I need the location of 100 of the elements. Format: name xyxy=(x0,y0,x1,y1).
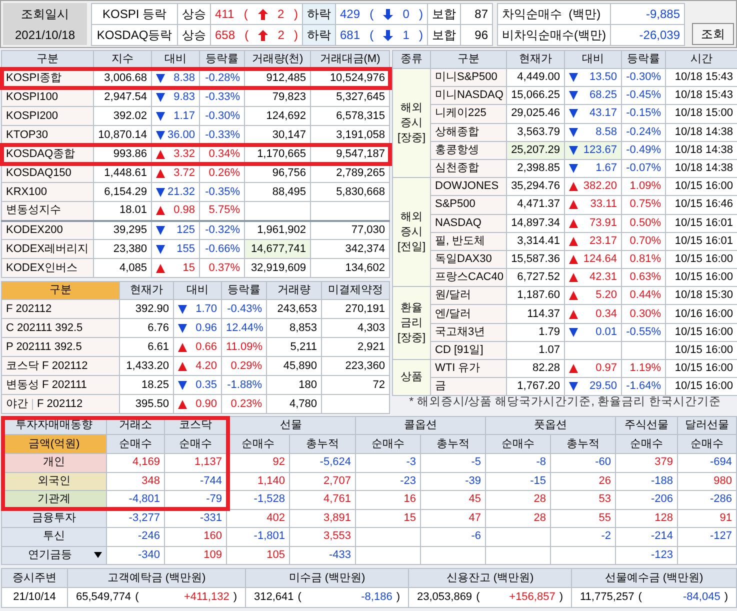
paren: ( xyxy=(244,8,248,20)
table-cell: KOSDAQ종합 xyxy=(2,144,94,164)
paren: ( xyxy=(638,592,642,603)
amount-value: 11,775,257 xyxy=(580,592,634,603)
table-cell: KOSPI200 xyxy=(2,106,94,126)
table-cell: 4,761 xyxy=(290,490,356,509)
contract-name: F 202112 xyxy=(36,398,84,410)
column-header: 등락률 xyxy=(222,282,266,300)
column-header: 구분 xyxy=(2,50,94,68)
change-value: 15 xyxy=(182,262,195,274)
table-cell: F 202112 xyxy=(2,300,120,318)
up-triangle-icon xyxy=(156,206,165,216)
lower-limit-count: 0 xyxy=(402,8,410,20)
change-value: 155 xyxy=(176,244,195,254)
change-value: 382.20 xyxy=(583,181,617,192)
column-header: 고객예탁금 (백만원) xyxy=(68,568,246,588)
table-cell: -8 xyxy=(486,454,550,472)
table-cell: -1,801 xyxy=(226,528,290,546)
change-value: 33.11 xyxy=(590,199,617,210)
paren: ) xyxy=(418,29,423,41)
up-triangle-icon xyxy=(156,168,165,178)
table-cell: 상승 xyxy=(178,4,210,24)
query-button[interactable]: 조회 xyxy=(692,23,734,45)
table-cell: 21/10/14 xyxy=(2,588,68,608)
column-header: 순매수 xyxy=(164,434,226,454)
investor-name: 연기금등 xyxy=(27,550,73,561)
table-cell: -5,624 xyxy=(290,454,356,472)
column-header: 콜옵션 xyxy=(356,416,486,434)
investor-name: 외국인 xyxy=(36,476,72,487)
table-cell: 국고채3년 xyxy=(430,323,506,342)
table-cell: NASDAQ xyxy=(430,214,506,232)
table-cell: -60 xyxy=(550,454,616,472)
table-cell: -331 xyxy=(164,509,226,528)
up-triangle-icon xyxy=(178,400,187,408)
table-cell: 하락 xyxy=(302,24,336,46)
column-header: 종류 xyxy=(392,50,430,68)
change-value: 125 xyxy=(176,224,195,236)
decline-count: 429 xyxy=(340,8,360,20)
table-cell: -15 xyxy=(486,472,550,490)
table-cell: 82.28 xyxy=(506,360,564,378)
amount-value: 312,641 xyxy=(254,592,294,603)
table-cell: 4,169 xyxy=(106,454,164,472)
table-cell: 18.25 xyxy=(120,376,174,394)
investor-name: 금융투자 xyxy=(31,512,77,524)
table-cell: 26 xyxy=(550,472,616,490)
column-header: 시간 xyxy=(666,50,737,68)
change-value: 29.50 xyxy=(589,381,617,392)
change-value: 0.96 xyxy=(196,322,217,334)
table-cell: -0.33% xyxy=(200,88,244,106)
change-value: 8.58 xyxy=(596,126,617,138)
table-cell: 홍콩항셍 xyxy=(430,141,506,160)
table-cell: 2,921 xyxy=(322,338,390,356)
up-triangle-icon xyxy=(178,342,187,352)
down-triangle-icon xyxy=(156,188,165,196)
table-cell: 보합 xyxy=(428,4,460,24)
decline-count: 681 xyxy=(340,29,360,41)
column-header: 순매수 xyxy=(106,434,164,454)
up-triangle-icon xyxy=(156,264,165,272)
table-cell: 0.37% xyxy=(200,258,244,278)
table-cell: KRX100 xyxy=(2,182,94,202)
table-cell: 32,919,609 xyxy=(244,258,310,278)
change-value: 3.32 xyxy=(174,148,195,160)
table-cell: DOWJONES xyxy=(430,178,506,196)
table-cell: -1.88% xyxy=(222,376,266,394)
change-value: 36.00 xyxy=(167,130,195,140)
table-cell: 0.50% xyxy=(622,214,666,232)
category-label: 해외 증시 [전일] xyxy=(397,210,426,255)
table-cell: 128 xyxy=(616,509,678,528)
column-header: 미결제약정 xyxy=(322,282,390,300)
paren: ) xyxy=(559,592,563,603)
table-cell: 87 xyxy=(460,4,492,24)
table-cell: 8,853 xyxy=(266,318,322,338)
category-label: 해외 증시 [장중] xyxy=(397,100,426,146)
table-cell: 980 xyxy=(678,472,736,490)
change-value: -84,045 xyxy=(682,592,720,603)
column-header: 신용잔고 (백만원) xyxy=(408,568,572,588)
table-cell: -0.24% xyxy=(622,123,666,142)
change-value: 3.72 xyxy=(174,168,195,178)
change-value: 1.17 xyxy=(174,110,195,122)
table-cell: 0.26% xyxy=(200,164,244,182)
up-triangle-icon xyxy=(178,362,187,370)
paren: ) xyxy=(294,29,298,41)
table-cell: 2,707 xyxy=(290,472,356,490)
table-cell: 2,398.85 xyxy=(506,159,564,178)
table-cell: -188 xyxy=(616,472,678,490)
column-header: 대비 xyxy=(564,50,622,68)
change-value: -8,186 xyxy=(360,592,392,603)
investor-name: 개인 xyxy=(42,457,66,468)
table-cell: -5 xyxy=(420,454,486,472)
change-value: 68.25 xyxy=(589,90,617,102)
paren: ( xyxy=(135,592,139,603)
dropdown-arrow-icon[interactable] xyxy=(94,552,102,558)
table-cell: 39,295 xyxy=(94,220,152,240)
column-header: 주식선물 xyxy=(616,416,678,434)
query-date: 2021/10/18 xyxy=(14,28,76,40)
table-cell: 5,211 xyxy=(266,338,322,356)
change-value: 5.20 xyxy=(596,290,617,302)
table-cell: 12.44% xyxy=(222,318,266,338)
table-cell: KODEX레버리지 xyxy=(2,240,94,258)
up-arrow-icon xyxy=(258,8,268,20)
